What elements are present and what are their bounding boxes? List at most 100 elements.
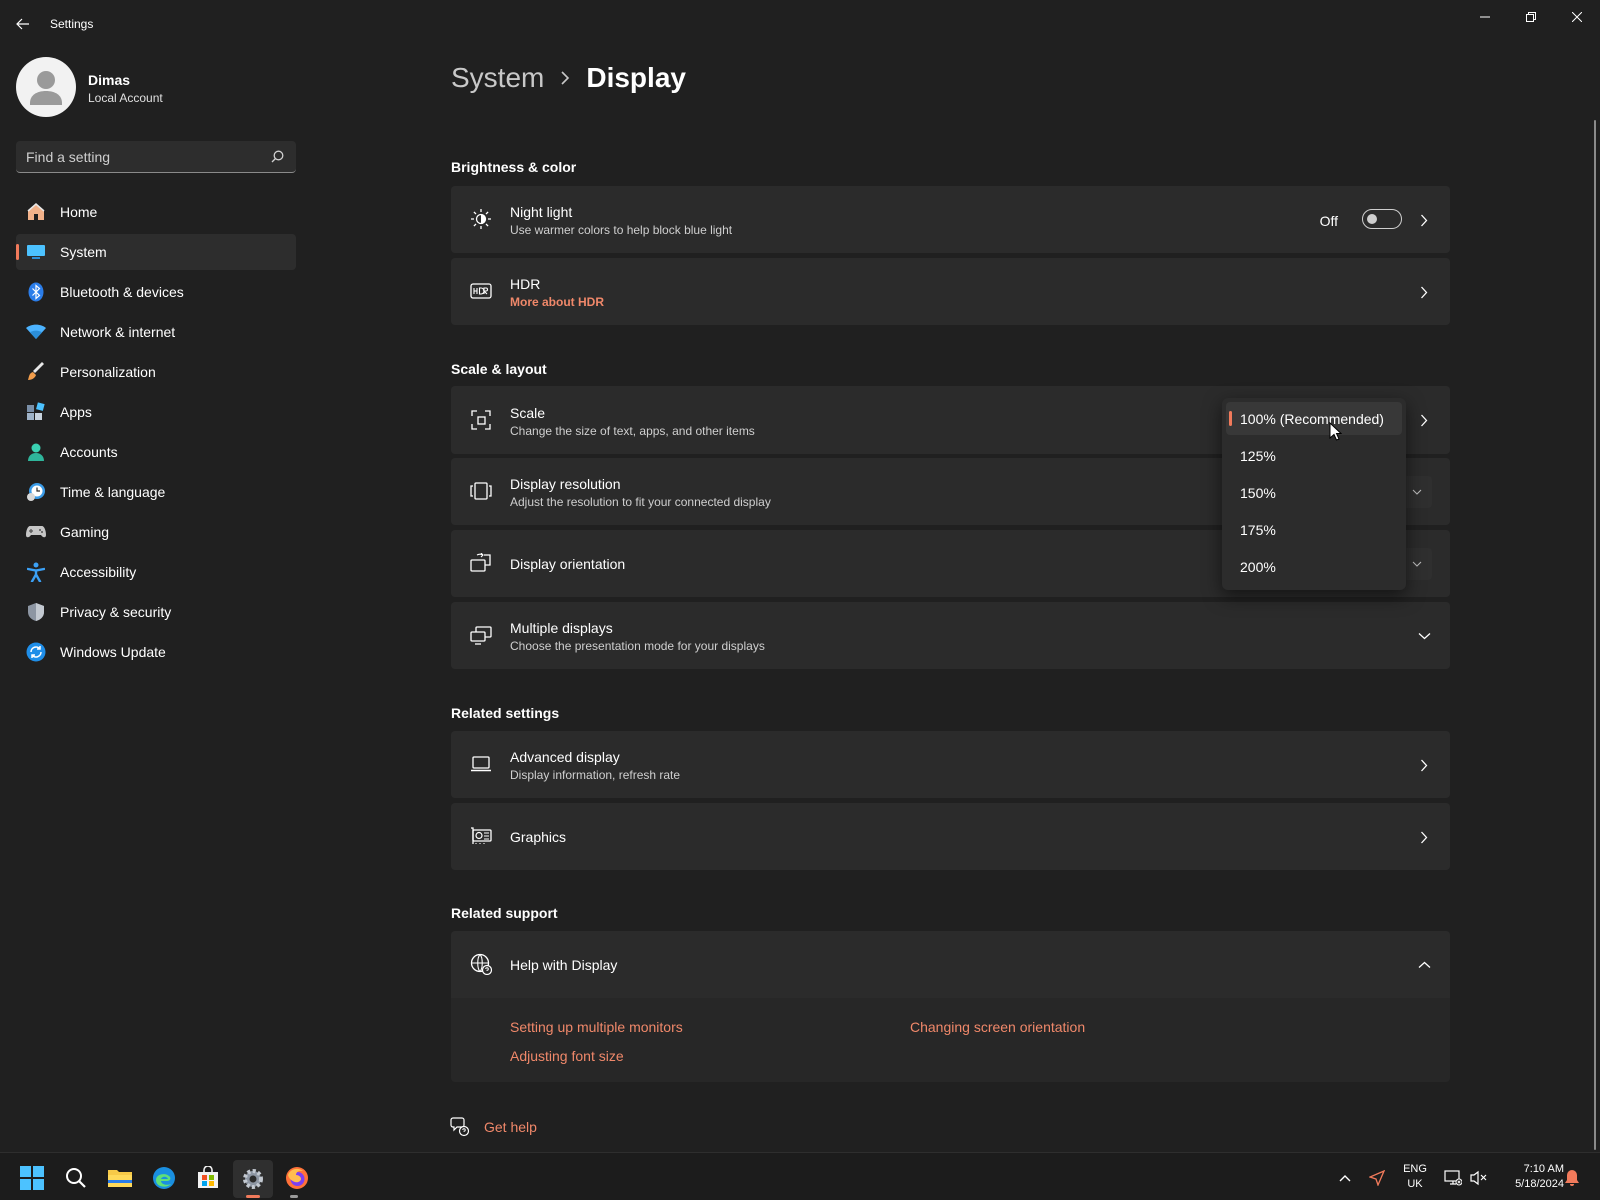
avatar[interactable] (16, 57, 76, 117)
minimize-icon (1480, 16, 1490, 18)
firefox-button[interactable] (283, 1164, 311, 1192)
sidebar-item-home[interactable]: Home (16, 194, 296, 230)
search-input[interactable] (26, 147, 256, 167)
running-app-indicator (290, 1195, 298, 1198)
breadcrumb: System Display (451, 58, 686, 98)
back-arrow-icon (16, 18, 29, 30)
card-title: Help with Display (510, 957, 618, 973)
update-icon (26, 642, 46, 662)
bluetooth-icon (26, 282, 46, 302)
home-icon (26, 202, 46, 222)
language-code: ENG (1403, 1163, 1427, 1175)
chevron-up-icon[interactable] (1416, 957, 1432, 973)
clock-date: 5/18/2024 (1515, 1178, 1564, 1190)
chevron-right-icon (1416, 284, 1432, 300)
chevron-right-icon (1416, 757, 1432, 773)
language-indicator[interactable]: ENG UK (1400, 1162, 1430, 1192)
hdr-card[interactable]: HDR More about HDR (451, 258, 1450, 325)
sidebar-item-system[interactable]: System (16, 234, 296, 270)
section-title-brightness: Brightness & color (451, 159, 577, 175)
search-box[interactable] (16, 141, 296, 173)
person-icon (30, 71, 62, 105)
globe-help-icon (469, 952, 493, 976)
scale-option[interactable]: 125% (1226, 439, 1402, 472)
sidebar-item-apps[interactable]: Apps (16, 394, 296, 430)
edge-button[interactable] (150, 1164, 178, 1192)
network-tray-button[interactable] (1439, 1164, 1467, 1192)
sidebar-item-label: Accessibility (60, 564, 137, 580)
card-title: Advanced display (510, 749, 620, 765)
card-subtitle: Display information, refresh rate (510, 768, 681, 782)
file-explorer-button[interactable] (106, 1164, 134, 1192)
search-icon (66, 1168, 86, 1188)
settings-taskbar-button[interactable] (233, 1160, 273, 1198)
chevron-right-icon (1416, 829, 1432, 845)
sidebar-item-label: Apps (60, 404, 92, 420)
scale-option[interactable]: 200% (1226, 550, 1402, 583)
sidebar-item-personalization[interactable]: Personalization (16, 354, 296, 390)
start-button[interactable] (18, 1164, 46, 1192)
show-hidden-icons-button[interactable] (1331, 1164, 1359, 1192)
gamepad-icon (26, 522, 46, 542)
sidebar-item-windows-update[interactable]: Windows Update (16, 634, 296, 670)
scrollbar[interactable] (1594, 120, 1596, 1150)
search-icon[interactable] (271, 150, 284, 163)
sidebar-item-bluetooth[interactable]: Bluetooth & devices (16, 274, 296, 310)
breadcrumb-parent[interactable]: System (451, 62, 544, 94)
clock[interactable]: 7:10 AM 5/18/2024 (1496, 1162, 1564, 1192)
get-help-link[interactable]: Get help (450, 1117, 537, 1137)
minimize-button[interactable] (1462, 6, 1508, 28)
close-button[interactable] (1554, 6, 1600, 28)
card-subtitle: Adjust the resolution to fit your connec… (510, 495, 771, 509)
location-tray-button[interactable] (1363, 1164, 1391, 1192)
active-app-indicator (246, 1195, 260, 1198)
card-title: HDR (510, 276, 541, 292)
accessibility-icon (26, 562, 46, 582)
orientation-dropdown[interactable] (1402, 548, 1432, 580)
chevron-up-icon (1339, 1175, 1351, 1182)
sidebar-item-privacy[interactable]: Privacy & security (16, 594, 296, 630)
sidebar-item-label: Privacy & security (60, 604, 172, 620)
night-light-card[interactable]: Night light Use warmer colors to help bl… (451, 186, 1450, 253)
edge-icon (153, 1167, 175, 1189)
orientation-icon (469, 551, 493, 575)
sidebar-item-gaming[interactable]: Gaming (16, 514, 296, 550)
multiple-displays-card[interactable]: Multiple displays Choose the presentatio… (451, 602, 1450, 669)
night-light-toggle[interactable] (1362, 209, 1402, 229)
volume-tray-button[interactable] (1464, 1164, 1492, 1192)
notifications-button[interactable] (1560, 1164, 1584, 1192)
restore-button[interactable] (1508, 6, 1554, 28)
card-subtitle: Use warmer colors to help block blue lig… (510, 223, 733, 237)
help-link-font-size[interactable]: Adjusting font size (510, 1048, 624, 1064)
store-button[interactable] (194, 1164, 222, 1192)
graphics-card[interactable]: Graphics (451, 803, 1450, 870)
scale-option[interactable]: 100% (Recommended) (1226, 402, 1402, 435)
section-title-scale-layout: Scale & layout (451, 361, 547, 377)
help-with-display-card[interactable]: Help with Display (451, 931, 1450, 998)
breadcrumb-chevron-icon (560, 71, 570, 85)
taskbar-search-button[interactable] (62, 1164, 90, 1192)
resolution-dropdown[interactable] (1402, 476, 1432, 508)
sidebar-item-network[interactable]: Network & internet (16, 314, 296, 350)
graphics-card-icon (469, 824, 493, 848)
more-about-hdr-link[interactable]: More about HDR (510, 295, 604, 309)
back-button[interactable] (12, 14, 34, 34)
scale-option[interactable]: 175% (1226, 513, 1402, 546)
scale-option[interactable]: 150% (1226, 476, 1402, 509)
sidebar-item-label: Network & internet (60, 324, 176, 340)
advanced-display-card[interactable]: Advanced display Display information, re… (451, 731, 1450, 798)
sidebar-nav: Home System Bluetooth & devices Network … (16, 194, 296, 674)
laptop-icon (469, 752, 493, 776)
sidebar-item-accessibility[interactable]: Accessibility (16, 554, 296, 590)
get-help-label[interactable]: Get help (484, 1119, 537, 1135)
bell-icon (1565, 1170, 1579, 1186)
sidebar-item-accounts[interactable]: Accounts (16, 434, 296, 470)
help-link-orientation[interactable]: Changing screen orientation (910, 1019, 1085, 1035)
chevron-down-icon[interactable] (1416, 628, 1432, 644)
card-subtitle: Choose the presentation mode for your di… (510, 639, 765, 653)
help-link-multiple-monitors[interactable]: Setting up multiple monitors (510, 1019, 683, 1035)
sidebar-item-time-language[interactable]: Time & language (16, 474, 296, 510)
clock-time: 7:10 AM (1523, 1163, 1564, 1175)
page-title: Display (586, 62, 686, 93)
taskbar: ENG UK 7:10 AM 5/18/2024 (0, 1152, 1600, 1200)
